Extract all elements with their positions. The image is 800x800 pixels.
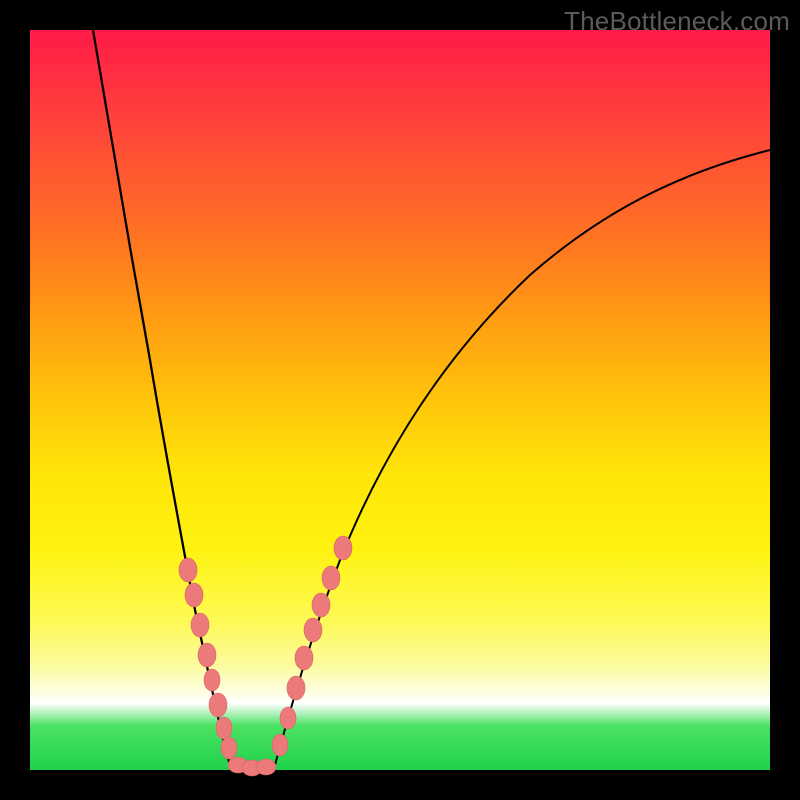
chart-frame: TheBottleneck.com: [0, 0, 800, 800]
beads-floor: [228, 757, 276, 776]
watermark-text: TheBottleneck.com: [564, 6, 790, 37]
beads-left: [179, 558, 237, 759]
beads-right: [272, 536, 352, 756]
chart-svg: [30, 30, 770, 770]
curve-right-branch: [275, 150, 770, 765]
